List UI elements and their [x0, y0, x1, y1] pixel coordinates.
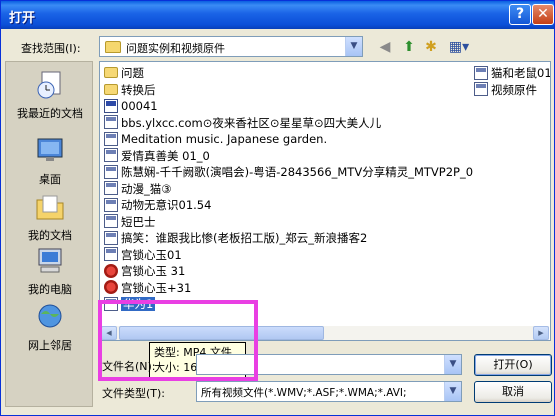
- real-media-icon: [104, 263, 118, 278]
- file-item[interactable]: Meditation music. Japanese garden.: [104, 131, 327, 147]
- video-file-icon: [474, 82, 488, 96]
- filetype-label: 文件类型(T):: [102, 387, 166, 400]
- file-item[interactable]: 00041: [104, 98, 158, 114]
- look-in-value: 问题实例和视频原件: [126, 42, 225, 55]
- folder-icon: [104, 83, 118, 95]
- file-name: 动物无意识01.54: [121, 198, 212, 212]
- help-button[interactable]: ?: [509, 4, 531, 25]
- look-in-label: 查找范围(I):: [21, 42, 81, 55]
- video-file-icon: [104, 148, 118, 162]
- file-item[interactable]: bbs.ylxcc.com⊙夜来香社区⊙星星草⊙四大美人儿: [104, 115, 381, 131]
- file-item[interactable]: 宫锁心玉 31: [104, 263, 185, 279]
- place-network[interactable]: 网上邻居: [6, 298, 94, 358]
- view-menu-icon[interactable]: ▦▾: [447, 37, 471, 57]
- cancel-button[interactable]: 取消: [474, 381, 552, 403]
- file-item[interactable]: 转换后: [104, 82, 156, 98]
- places-bar: 我最近的文档 桌面 我的文档 我的电脑 网上邻居: [5, 61, 93, 407]
- video-file-icon: [474, 65, 488, 80]
- file-name: 华为1: [119, 296, 157, 312]
- close-button[interactable]: ✕: [532, 4, 554, 25]
- file-name: 转换后: [121, 82, 156, 97]
- place-desktop[interactable]: 桌面: [6, 132, 94, 192]
- horizontal-scrollbar[interactable]: ◀ ▶: [101, 326, 549, 340]
- video-file-icon: [104, 115, 118, 129]
- chevron-down-icon[interactable]: ▼: [444, 355, 461, 374]
- up-folder-icon[interactable]: ⬆: [399, 37, 419, 57]
- my-documents-icon: [36, 195, 64, 220]
- file-name: Meditation music. Japanese garden.: [121, 132, 328, 146]
- back-icon[interactable]: ◀: [375, 37, 395, 57]
- file-item[interactable]: 动物无意识01.54: [104, 197, 211, 213]
- place-label: 桌面: [39, 173, 61, 186]
- file-list[interactable]: 问题转换后 00041 bbs.ylxcc.com⊙夜来香社区⊙星星草⊙四大美人儿 M…: [99, 61, 551, 341]
- place-my-documents[interactable]: 我的文档: [6, 188, 94, 248]
- video-file-icon: [104, 230, 118, 245]
- video-file-icon: [104, 164, 118, 179]
- video-file-icon: [104, 296, 118, 311]
- file-item[interactable]: 猫和老鼠01: [474, 65, 550, 81]
- window-title: 打开: [9, 11, 36, 26]
- file-name: 动漫_猫③: [121, 181, 172, 196]
- video-file-icon: [104, 181, 118, 195]
- video-file-icon: [104, 197, 118, 212]
- filename-input[interactable]: ▼: [196, 354, 462, 375]
- video-file-icon: [104, 214, 118, 228]
- file-item[interactable]: 短巴士: [104, 214, 156, 230]
- filetype-value: 所有视频文件(*.WMV;*.ASF;*.WMA;*.AVI;: [201, 387, 407, 399]
- recent-documents-icon: [37, 71, 61, 99]
- place-my-computer[interactable]: 我的电脑: [6, 242, 94, 302]
- file-name: 短巴士: [121, 214, 156, 229]
- file-item[interactable]: 爱情真善美 01_0: [104, 148, 210, 164]
- place-label: 我最近的文档: [17, 107, 83, 120]
- desktop-icon: [37, 138, 63, 161]
- file-item[interactable]: 动漫_猫③: [104, 181, 172, 197]
- file-name: 陈慧娴-千千阙歌(演唱会)-粤语-2843566_MTV分享精灵_MTVP2P_…: [121, 165, 474, 179]
- file-item[interactable]: 视频原件: [474, 82, 537, 98]
- place-label: 我的电脑: [28, 283, 72, 296]
- folder-icon: [104, 67, 118, 78]
- folder-icon: [105, 41, 121, 53]
- open-button[interactable]: 打开(O): [474, 354, 552, 376]
- my-computer-icon: [38, 248, 62, 273]
- look-in-combo[interactable]: 问题实例和视频原件 ▼: [99, 36, 363, 57]
- real-media-icon: [104, 280, 118, 294]
- scrollbar-thumb[interactable]: [119, 326, 324, 340]
- file-item[interactable]: 宫锁心玉01: [104, 247, 182, 263]
- file-name: 爱情真善美 01_0: [121, 148, 210, 163]
- chevron-down-icon[interactable]: ▼: [444, 382, 461, 401]
- file-name: 视频原件: [491, 82, 537, 97]
- file-name: bbs.ylxcc.com⊙夜来香社区⊙星星草⊙四大美人儿: [121, 115, 382, 130]
- file-item[interactable]: 陈慧娴-千千阙歌(演唱会)-粤语-2843566_MTV分享精灵_MTVP2P_…: [104, 164, 474, 180]
- file-item[interactable]: 问题: [104, 65, 144, 81]
- place-label: 网上邻居: [28, 339, 72, 352]
- place-label: 我的文档: [28, 229, 72, 242]
- new-folder-icon[interactable]: ✱: [421, 37, 441, 57]
- chevron-down-icon[interactable]: ▼: [345, 37, 362, 56]
- scroll-left-button[interactable]: ◀: [101, 326, 117, 340]
- file-name: 猫和老鼠01: [491, 66, 551, 80]
- open-dialog: 打开 ? ✕ 查找范围(I): 问题实例和视频原件 ▼ ◀ ⬆ ✱ ▦▾ 我最近…: [0, 0, 555, 416]
- file-name: 问题: [121, 66, 144, 80]
- file-name: 00041: [121, 99, 158, 113]
- place-recent[interactable]: 我最近的文档: [6, 66, 94, 126]
- file-name: 宫锁心玉 31: [121, 264, 186, 278]
- file-item[interactable]: 宫锁心玉+31: [104, 280, 191, 296]
- video-file-icon: [104, 247, 118, 261]
- scroll-right-button[interactable]: ▶: [533, 326, 549, 340]
- file-item[interactable]: 搞笑：谁跟我比惨(老板招工版)_郑云_新浪播客2: [104, 230, 367, 246]
- file-name: 宫锁心玉+31: [121, 280, 192, 295]
- network-places-icon: [38, 304, 62, 328]
- video-file-icon: [104, 98, 118, 113]
- title-bar[interactable]: 打开 ? ✕: [1, 1, 554, 29]
- filetype-select[interactable]: 所有视频文件(*.WMV;*.ASF;*.WMA;*.AVI; ▼: [196, 381, 462, 402]
- video-file-icon: [104, 131, 118, 146]
- filename-label: 文件名(N):: [102, 360, 156, 373]
- file-name: 宫锁心玉01: [121, 247, 182, 262]
- file-name: 搞笑：谁跟我比惨(老板招工版)_郑云_新浪播客2: [121, 231, 368, 245]
- file-item[interactable]: 华为1: [104, 296, 157, 312]
